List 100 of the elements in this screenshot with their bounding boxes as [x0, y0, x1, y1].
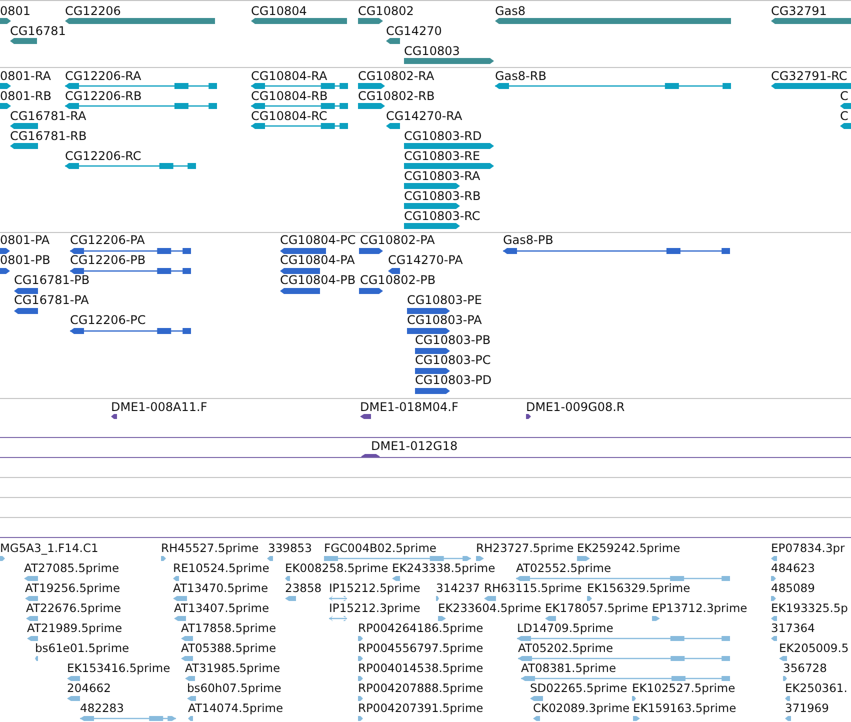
feature-glyph[interactable] [70, 328, 191, 334]
feature-label: AT21989.5prime [27, 621, 122, 635]
feature-glyph[interactable] [388, 268, 400, 274]
feature-label: CG12206-PC [70, 313, 146, 327]
feature-glyph[interactable] [70, 268, 191, 274]
feature-glyph[interactable] [358, 103, 385, 109]
feature-glyph[interactable] [359, 248, 383, 254]
feature-glyph[interactable] [358, 18, 383, 24]
feature-label: RE10524.5prime [173, 561, 270, 575]
feature-glyph[interactable] [280, 288, 320, 294]
feature-label: EK205009.5 [779, 641, 849, 655]
feature-glyph[interactable] [404, 203, 460, 209]
feature-label: 0801-RB [0, 89, 52, 103]
feature-label: EK259242.5prime [577, 541, 680, 555]
feature-glyph[interactable] [10, 143, 38, 149]
feature-glyph[interactable] [404, 58, 494, 64]
feature-label: CG16781-RA [10, 109, 86, 123]
feature-label: RH23727.5prime [476, 541, 574, 555]
feature-label: AT08381.5prime [521, 661, 616, 675]
feature-glyph[interactable] [10, 38, 37, 44]
feature-glyph[interactable] [404, 223, 460, 229]
feature-label: CG10802-RB [358, 89, 435, 103]
feature-label: CG10804-RA [251, 69, 328, 83]
feature-glyph[interactable] [358, 83, 385, 89]
feature-glyph[interactable] [359, 288, 383, 294]
feature-glyph[interactable] [65, 103, 217, 109]
feature-label: EK193325.5p [771, 601, 848, 615]
feature-label: CG10803-RC [404, 209, 480, 223]
feature-glyph[interactable] [771, 83, 851, 89]
feature-label: DME1-018M04.F [360, 400, 458, 414]
feature-label: CG10803 [404, 44, 460, 58]
feature-label: CG10804-PB [280, 273, 356, 287]
feature-label: AT27085.5prime [24, 561, 120, 575]
feature-glyph[interactable] [280, 248, 326, 254]
feature-glyph[interactable] [386, 123, 400, 129]
feature-label: 314237 [436, 581, 480, 595]
feature-label: RP004207391.5prime [358, 701, 484, 715]
feature-label: CG12206-RA [65, 69, 142, 83]
feature-label: RP004207888.5prime [358, 681, 484, 695]
feature-label: CG12206-RC [65, 149, 142, 163]
feature-glyph[interactable] [415, 388, 450, 394]
feature-label: 0801 [0, 4, 31, 18]
feature-glyph[interactable] [771, 18, 851, 24]
feature-glyph[interactable] [840, 103, 851, 109]
feature-label: IP15212.3prime [329, 601, 420, 615]
feature-glyph[interactable] [0, 83, 11, 89]
feature-label: RH45527.5prime [161, 541, 259, 555]
feature-glyph[interactable] [14, 288, 38, 294]
feature-glyph[interactable] [415, 368, 450, 374]
feature-glyph[interactable] [407, 328, 450, 334]
feature-label: EK178057.5prime [545, 601, 648, 615]
feature-label: 482283 [80, 701, 124, 715]
feature-glyph[interactable] [0, 18, 11, 24]
feature-label: Gas8-PB [503, 233, 554, 247]
feature-glyph[interactable] [840, 123, 851, 129]
feature-label: CG10804-PC [280, 233, 356, 247]
feature-glyph[interactable] [0, 248, 10, 254]
feature-glyph[interactable] [280, 268, 320, 274]
feature-glyph[interactable] [14, 308, 38, 314]
feature-glyph[interactable] [0, 268, 10, 274]
feature-label: CG32791-RC [771, 69, 848, 83]
feature-label: CG32791 [771, 4, 827, 18]
feature-glyph[interactable] [10, 123, 38, 129]
feature-label: 0801-PB [0, 253, 50, 267]
feature-label: CG10802-PA [360, 233, 435, 247]
feature-glyph[interactable] [70, 248, 191, 254]
feature-glyph[interactable] [386, 38, 400, 44]
feature-glyph[interactable] [407, 308, 450, 314]
feature-label: CG10802 [358, 4, 414, 18]
feature-label: CG10803-RA [404, 169, 480, 183]
feature-glyph[interactable] [526, 414, 531, 419]
feature-glyph[interactable] [404, 183, 460, 189]
feature-label: LD14709.5prime [517, 621, 614, 635]
feature-label: CG10804-RC [251, 109, 328, 123]
feature-label: EK153416.5prime [67, 661, 170, 675]
feature-glyph[interactable] [111, 414, 117, 419]
feature-label: CG10803-PC [415, 353, 491, 367]
feature-label: 317364 [771, 621, 815, 635]
feature-glyph[interactable] [65, 83, 217, 89]
feature-glyph[interactable] [65, 163, 196, 169]
feature-glyph[interactable] [360, 414, 371, 419]
feature-label: RH63115.5prime [484, 581, 582, 595]
feature-glyph[interactable] [251, 83, 348, 89]
feature-glyph[interactable] [251, 123, 348, 129]
feature-glyph[interactable] [0, 103, 11, 109]
feature-glyph[interactable] [251, 103, 348, 109]
feature-label: C [840, 89, 848, 103]
feature-label: RP004014538.5prime [358, 661, 484, 675]
feature-label: Gas8-RB [495, 69, 546, 83]
feature-label: AT05202.5prime [518, 641, 614, 655]
feature-glyph[interactable] [495, 83, 731, 89]
feature-glyph[interactable] [415, 348, 450, 354]
feature-label: 23858 [285, 581, 322, 595]
feature-label: AT14074.5prime [188, 701, 284, 715]
feature-label: MG5A3_1.F14.C1 [0, 541, 98, 555]
feature-label: EK156329.5prime [587, 581, 690, 595]
feature-label: CK02089.3prime [533, 701, 630, 715]
feature-label: CG16781-PB [14, 273, 90, 287]
feature-label: AT13407.5prime [174, 601, 270, 615]
feature-glyph[interactable] [503, 248, 730, 254]
